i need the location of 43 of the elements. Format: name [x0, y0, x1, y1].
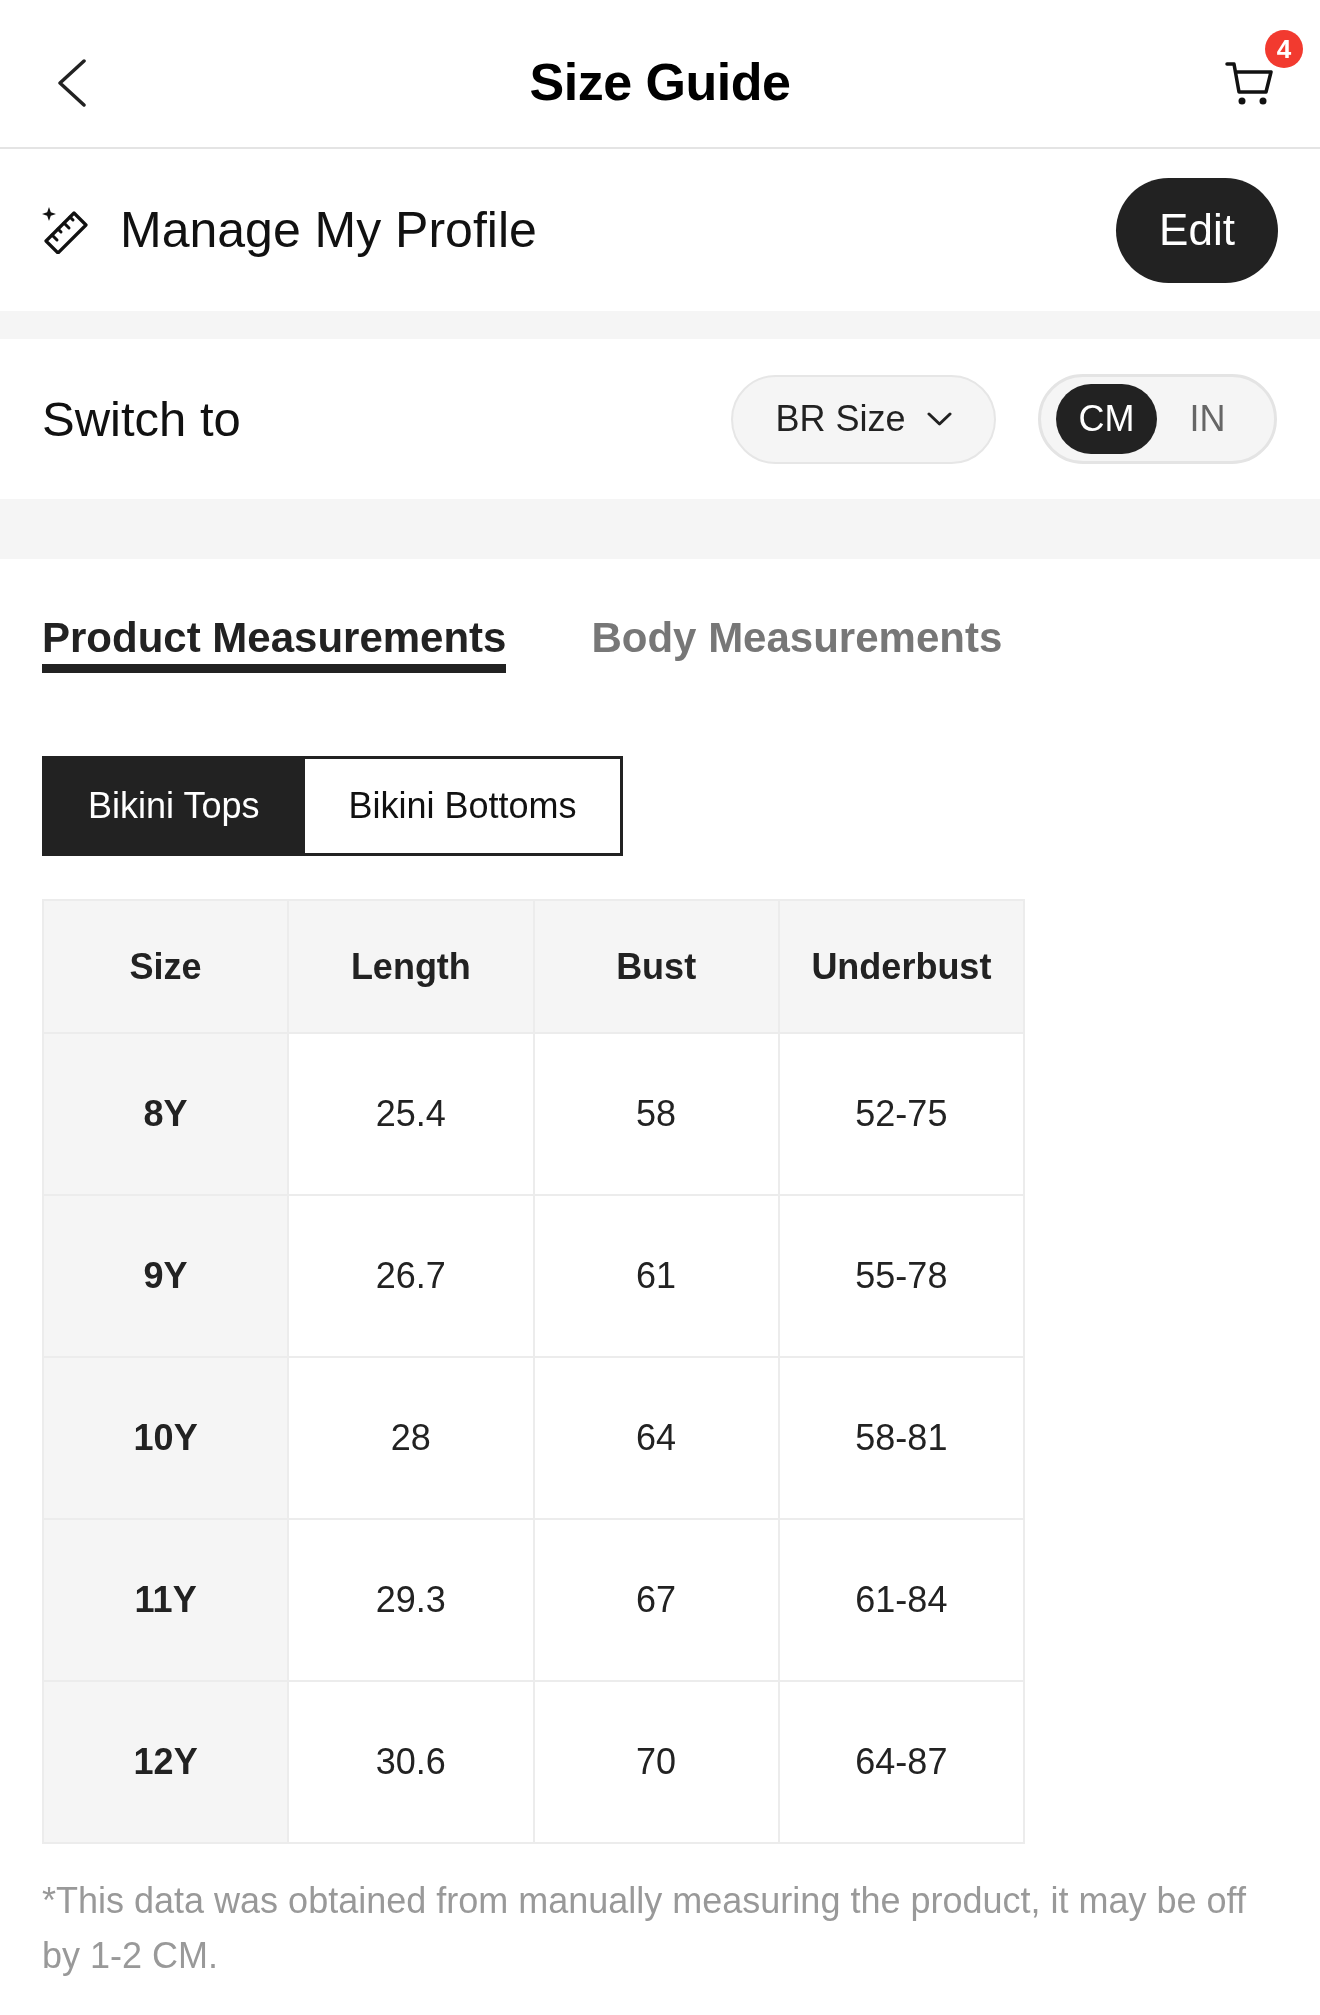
table-cell: 30.6 [288, 1681, 534, 1843]
size-cell: 8Y [43, 1033, 289, 1195]
ruler-icon [42, 206, 88, 254]
column-header: Bust [533, 900, 779, 1033]
table-cell: 25.4 [288, 1033, 534, 1195]
caret-icon [926, 412, 952, 426]
table-cell: 52-75 [778, 1033, 1024, 1195]
page-title: Size Guide [529, 52, 791, 112]
edit-button[interactable]: Edit [1116, 177, 1278, 283]
size-cell: 12Y [43, 1681, 289, 1843]
cart-icon [1225, 60, 1273, 106]
unit-option[interactable]: IN [1157, 384, 1258, 454]
column-header: Length [288, 900, 534, 1033]
size-cell: 11Y [43, 1519, 289, 1681]
back-icon [57, 59, 86, 107]
size-system-dropdown[interactable]: BR Size [731, 374, 996, 464]
table-cell: 58-81 [778, 1357, 1024, 1519]
cart-button[interactable]: 4 [1225, 30, 1303, 106]
size-cell: 9Y [43, 1195, 289, 1357]
table-cell: 61-84 [778, 1519, 1024, 1681]
table-cell: 61 [533, 1195, 779, 1357]
back-button[interactable] [57, 59, 86, 107]
column-header: Size [43, 900, 289, 1033]
cart-count-badge: 4 [1265, 30, 1303, 68]
column-header: Underbust [778, 900, 1024, 1033]
table-cell: 64-87 [778, 1681, 1024, 1843]
table-cell: 29.3 [288, 1519, 534, 1681]
table-cell: 67 [533, 1519, 779, 1681]
size-cell: 10Y [43, 1357, 289, 1519]
profile-label: Manage My Profile [120, 201, 537, 260]
table-cell: 58 [533, 1033, 779, 1195]
switch-label: Switch to [42, 391, 241, 448]
table-cell: 28 [288, 1357, 534, 1519]
measurement-tab[interactable]: Product Measurements [42, 614, 507, 673]
table-cell: 26.7 [288, 1195, 534, 1357]
measurement-tab[interactable]: Body Measurements [591, 614, 1003, 673]
table-cell: 70 [533, 1681, 779, 1843]
table-cell: 55-78 [778, 1195, 1024, 1357]
footnote-text: *This data was obtained from manually measuring the product, it may be off by 1-2 CM. [42, 1879, 1247, 1978]
category-tab[interactable]: Bikini Tops [42, 756, 306, 856]
unit-option[interactable]: CM [1056, 384, 1157, 454]
table-cell: 64 [533, 1357, 779, 1519]
category-tab[interactable]: Bikini Bottoms [305, 756, 623, 856]
